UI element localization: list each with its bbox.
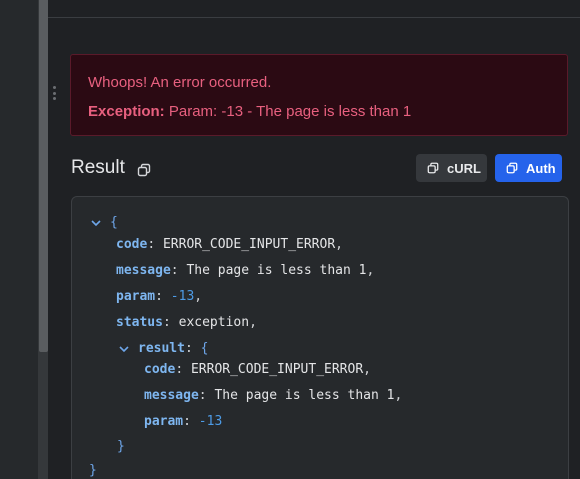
copy-icon [427,162,439,174]
json-nested-close: } [117,439,125,455]
json-value: ERROR_CODE_INPUT_ERROR [190,362,364,377]
json-root-close: } [89,463,97,479]
json-value: -13 [170,289,195,304]
error-title: Whoops! An error occurred. [88,74,272,91]
json-key: status [116,315,163,330]
json-key: result [138,341,185,356]
json-value: exception [178,315,250,330]
grip-dot [52,86,56,89]
auth-button[interactable]: Auth [495,154,562,182]
exception-label: Exception: [88,103,165,120]
scrollbar-thumb[interactable] [39,0,48,352]
error-detail: Exception: Param: -13 - The page is less… [88,103,411,120]
json-value: ERROR_CODE_INPUT_ERROR [162,237,336,252]
grip-dot [52,91,56,95]
auth-button-label: Auth [526,160,556,176]
json-key: code [116,237,148,252]
json-viewer: { code: ERROR_CODE_INPUT_ERROR, message:… [71,196,569,479]
app-root: Whoops! An error occurred. Exception: Pa… [0,0,580,479]
copy-icon[interactable] [137,163,151,177]
json-line-nested-param: param: -13 [144,414,223,429]
json-line-message: message: The page is less than 1, [116,263,375,278]
error-alert: Whoops! An error occurred. Exception: Pa… [70,54,568,136]
json-key: param [116,289,156,304]
json-line-code: code: ERROR_CODE_INPUT_ERROR, [116,237,343,252]
close-brace: } [117,439,125,454]
json-value: The page is less than 1 [214,388,395,403]
json-line-nested-code: code: ERROR_CODE_INPUT_ERROR, [144,362,371,377]
grip-vertical-icon[interactable] [52,86,56,100]
close-brace: } [89,463,97,478]
json-key: message [144,388,199,403]
chevron-down-icon[interactable] [119,346,129,353]
json-key: param [144,414,184,429]
top-bar [48,0,580,18]
json-root-open: { [110,215,118,231]
open-brace: { [200,341,209,356]
left-panel [0,0,38,479]
json-key: message [116,263,171,278]
json-line-param: param: -13, [116,289,203,304]
open-brace: { [110,215,118,230]
copy-icon [506,162,518,174]
json-key: code [144,362,176,377]
json-line-nested-message: message: The page is less than 1, [144,388,403,403]
exception-message: Param: -13 - The page is less than 1 [168,103,412,120]
json-value: -13 [198,414,223,429]
json-line-result: result: { [138,341,209,356]
grip-dot [52,97,56,100]
curl-button[interactable]: cURL [416,154,487,182]
json-line-status: status: exception, [116,315,257,330]
json-value: The page is less than 1 [186,263,367,278]
curl-button-label: cURL [447,160,481,176]
chevron-down-icon[interactable] [91,220,101,227]
result-heading: Result [71,157,125,178]
